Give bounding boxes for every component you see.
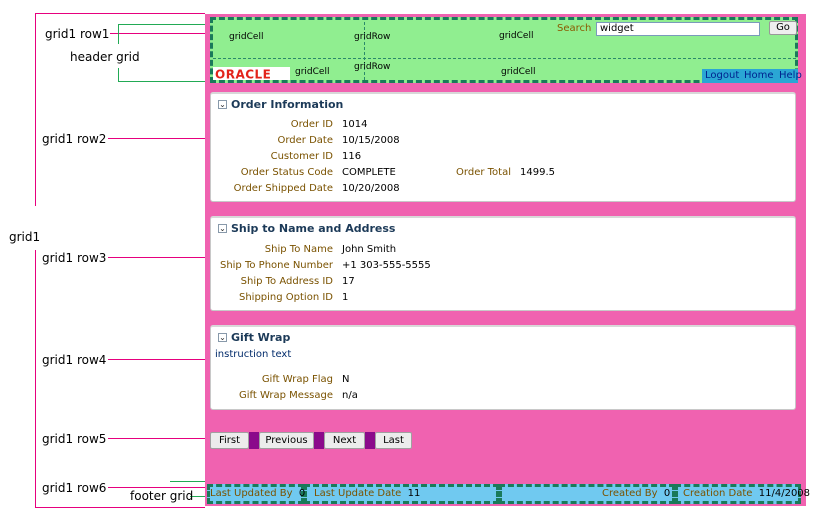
search-input[interactable]: widget [596,22,760,36]
customer-id-value: 116 [342,151,362,162]
header-gridrow-2: gridRow [354,62,391,72]
row5-pointer [108,438,205,439]
order-status-value: COMPLETE [342,167,396,178]
panel-title: Ship to Name and Address [231,222,396,235]
help-link[interactable]: Help [779,70,802,81]
created-by-value: 0 [663,488,671,499]
grid1-bracket-top [35,13,205,14]
creation-date-label: Creation Date [683,488,753,499]
row2-label: grid1 row2 [42,132,107,146]
row3-pointer [108,257,205,258]
header-gridcell-1: gridCell [229,32,264,42]
last-update-date-value: 11 [407,488,421,499]
shipping-option-label: Shipping Option ID [238,292,333,303]
ship-to-phone-label: Ship To Phone Number [219,260,333,271]
row1-green-vline [118,24,119,44]
svg-text:ORACLE: ORACLE [215,68,271,81]
header-grid-line [118,81,210,82]
order-total-label: Order Total [456,167,511,178]
header-gridcell-2: gridCell [499,31,534,41]
panel-title: Gift Wrap [231,331,291,344]
row2-pointer [108,138,205,139]
header-grid-label: header grid [70,50,140,64]
footer-grid-line [170,481,210,482]
last-button[interactable]: Last [375,432,412,449]
last-updated-by: Last Updated By 0 [210,488,305,499]
last-update-date: Last Update Date 11 [314,488,420,499]
disclose-icon[interactable]: ⌄ [218,224,227,233]
footer-grid-label: footer grid [130,489,194,503]
disclose-icon[interactable]: ⌄ [218,333,227,342]
go-button[interactable]: Go [769,21,797,35]
row6-pointer [108,487,205,488]
panel-title: Order Information [231,98,344,111]
last-updated-by-label: Last Updated By [210,488,293,499]
nav-spacer [249,432,259,449]
header-gridrow-1: gridRow [354,32,391,42]
search-label: Search [557,23,592,34]
ship-to-name-label: Ship To Name [264,244,333,255]
previous-button[interactable]: Previous [259,432,314,449]
gift-wrap-message-label: Gift Wrap Message [238,390,333,401]
order-id-label: Order ID [290,119,333,130]
order-shipped-value: 10/20/2008 [342,183,400,194]
grid1-label: grid1 [9,230,41,244]
disclose-icon[interactable]: ⌄ [218,100,227,109]
last-updated-by-value: 0 [298,488,306,499]
gift-wrap-flag-label: Gift Wrap Flag [261,374,333,385]
created-by-label: Created By [602,488,658,499]
header-grid-vline [118,68,119,81]
creation-date: Creation Date 11/4/2008 [683,488,810,499]
order-status-label: Order Status Code [240,167,333,178]
customer-id-label: Customer ID [270,151,333,162]
first-button[interactable]: First [210,432,249,449]
gift-wrap-message-value: n/a [342,390,358,401]
creation-date-value: 11/4/2008 [758,488,811,499]
grid1-bracket-lower [35,250,36,508]
ship-to-phone-value: +1 303-555-5555 [342,260,431,271]
row1-label: grid1 row1 [45,27,110,41]
row5-label: grid1 row5 [42,432,107,446]
row1-green-line [118,24,210,25]
ship-to-address-value: 17 [342,276,355,287]
row4-pointer [108,359,205,360]
ship-to-name-value: John Smith [342,244,397,255]
order-date-label: Order Date [277,135,334,146]
row6-label: grid1 row6 [42,481,107,495]
logout-link[interactable]: Logout [705,70,739,81]
header-gridcell-3: gridCell [295,67,330,77]
instruction-text: instruction text [215,349,292,360]
order-total-value: 1499.5 [520,167,555,178]
home-link[interactable]: Home [744,70,774,81]
order-shipped-label: Order Shipped Date [233,183,333,194]
shipping-option-value: 1 [342,292,349,303]
gift-wrap-flag-value: N [342,374,350,385]
grid1-bracket-bottom [35,507,205,508]
next-button[interactable]: Next [324,432,365,449]
row3-label: grid1 row3 [42,251,107,265]
nav-spacer [314,432,324,449]
last-update-date-label: Last Update Date [314,488,402,499]
header-gridcell-4: gridCell [501,67,536,77]
header-divider-h [213,58,796,59]
order-date-value: 10/15/2008 [342,135,400,146]
ship-to-address-label: Ship To Address ID [240,276,333,287]
nav-spacer [365,432,375,449]
created-by: Created By 0 [602,488,670,499]
row1-pointer [110,33,205,34]
row4-label: grid1 row4 [42,353,107,367]
oracle-logo: ORACLE [213,67,290,80]
global-links: Logout Home Help [702,69,802,83]
grid1-bracket-upper [35,13,36,206]
order-id-value: 1014 [342,119,368,130]
